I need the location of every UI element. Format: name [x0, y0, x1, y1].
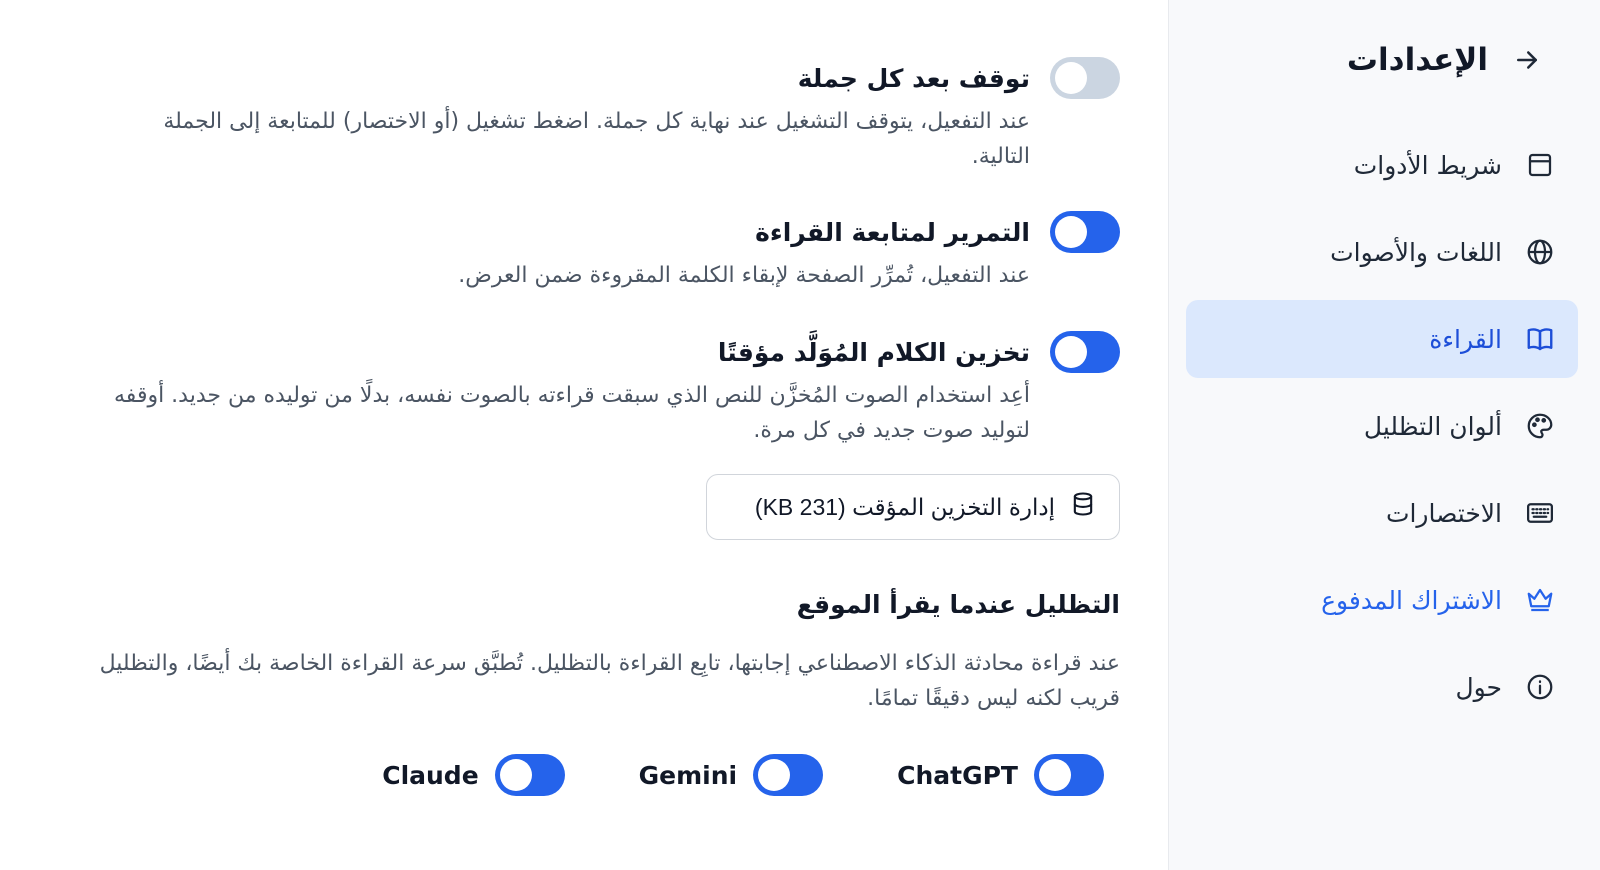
setting-description: عند التفعيل، تُمرِّر الصفحة لإبقاء الكلم…	[458, 263, 1030, 288]
model-chatgpt: ChatGPT	[897, 754, 1104, 796]
sidebar-item-label: شريط الأدوات	[1353, 150, 1502, 180]
manage-cache-button[interactable]: إدارة التخزين المؤقت (231 KB)	[706, 474, 1120, 540]
database-icon	[1069, 490, 1097, 524]
sidebar-item-premium[interactable]: الاشتراك المدفوع	[1186, 561, 1578, 639]
setting-cache-speech: تخزين الكلام المُوَلَّد مؤقتًا أعِد استخ…	[100, 330, 1120, 448]
scroll-follow-toggle[interactable]	[1050, 211, 1120, 253]
sidebar-item-highlight-colors[interactable]: ألوان التظليل	[1186, 387, 1578, 465]
keyboard-icon	[1524, 497, 1556, 529]
sidebar-item-toolbar[interactable]: شريط الأدوات	[1186, 126, 1578, 204]
sidebar-item-shortcuts[interactable]: الاختصارات	[1186, 474, 1578, 552]
cache-speech-toggle[interactable]	[1050, 331, 1120, 373]
sidebar-header: الإعدادات	[1193, 36, 1544, 84]
sidebar-item-label: الاختصارات	[1385, 498, 1502, 528]
reading-settings-panel: توقف بعد كل جملة عند التفعيل، يتوقف التش…	[0, 0, 1168, 870]
sidebar-item-reading[interactable]: القراءة	[1186, 300, 1578, 378]
back-arrow-icon[interactable]	[1510, 43, 1544, 77]
sidebar-item-label: حول	[1455, 672, 1502, 702]
model-name: Claude	[382, 760, 479, 790]
highlight-section-description: عند قراءة محادثة الذكاء الاصطناعي إجابته…	[99, 651, 1120, 711]
setting-title: تخزين الكلام المُوَلَّد مؤقتًا	[717, 337, 1030, 367]
sidebar-item-label: اللغات والأصوات	[1330, 237, 1502, 267]
sidebar-item-languages[interactable]: اللغات والأصوات	[1186, 213, 1578, 291]
info-icon	[1524, 671, 1556, 703]
setting-scroll-follow: التمرير لمتابعة القراءة عند التفعيل، تُم…	[100, 210, 1120, 293]
sidebar-nav: شريط الأدوات اللغات والأصوات القراءة ألو…	[1186, 126, 1578, 735]
sidebar-item-label: ألوان التظليل	[1363, 411, 1502, 441]
globe-icon	[1524, 236, 1556, 268]
gemini-toggle[interactable]	[753, 754, 824, 796]
book-icon	[1524, 323, 1556, 355]
sidebar-item-about[interactable]: حول	[1186, 648, 1578, 726]
model-name: Gemini	[638, 760, 738, 790]
ai-model-toggles: ChatGPT Gemini Claude	[382, 754, 1104, 796]
chatgpt-toggle[interactable]	[1034, 754, 1104, 796]
setting-title: توقف بعد كل جملة	[797, 63, 1030, 93]
sidebar-item-label: القراءة	[1429, 324, 1502, 354]
setting-pause-after-sentence: توقف بعد كل جملة عند التفعيل، يتوقف التش…	[100, 56, 1120, 174]
pause-sentence-toggle[interactable]	[1050, 57, 1120, 99]
settings-app: الإعدادات شريط الأدوات اللغات والأصوات ا…	[0, 0, 1600, 870]
model-gemini: Gemini	[638, 754, 824, 796]
manage-cache-label: إدارة التخزين المؤقت (231 KB)	[754, 493, 1055, 520]
model-claude: Claude	[382, 754, 565, 796]
setting-description: عند التفعيل، يتوقف التشغيل عند نهاية كل …	[163, 109, 1030, 169]
crown-icon	[1524, 584, 1556, 616]
highlight-section-title: التظليل عندما يقرأ الموقع	[796, 590, 1120, 619]
sidebar-item-label: الاشتراك المدفوع	[1321, 585, 1502, 615]
sidebar-title: الإعدادات	[1346, 42, 1488, 78]
palette-icon	[1524, 410, 1556, 442]
setting-title: التمرير لمتابعة القراءة	[755, 217, 1030, 247]
setting-description: أعِد استخدام الصوت المُخزَّن للنص الذي س…	[114, 383, 1030, 443]
toolbar-icon	[1524, 149, 1556, 181]
settings-sidebar: الإعدادات شريط الأدوات اللغات والأصوات ا…	[1168, 0, 1600, 870]
claude-toggle[interactable]	[494, 754, 565, 796]
model-name: ChatGPT	[897, 760, 1018, 790]
